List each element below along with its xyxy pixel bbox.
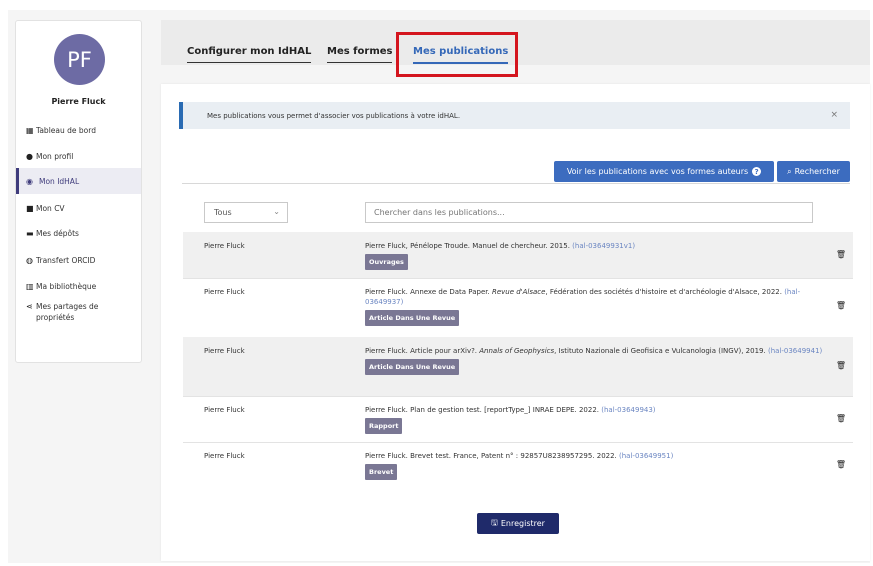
chevron-down-icon: ⌄ xyxy=(273,207,280,216)
row-author: Pierre Fluck xyxy=(204,288,245,296)
tab-configurer-idhal[interactable]: Configurer mon IdHAL xyxy=(187,46,312,63)
type-badge: Ouvrages xyxy=(365,254,408,270)
sidebar-item-profile[interactable]: ● Mon profil xyxy=(16,143,141,169)
table-row: Pierre Fluck Pierre Fluck. Annexe de Dat… xyxy=(183,278,853,337)
row-author: Pierre Fluck xyxy=(204,347,245,355)
sidebar-item-label: Mes partages de propriétés xyxy=(36,302,99,322)
row-citation: Pierre Fluck. Brevet test. France, Paten… xyxy=(365,451,825,480)
close-icon[interactable]: × xyxy=(830,110,838,120)
citation-text: , Fédération des sociétés d'histoire et … xyxy=(545,288,782,296)
tab-mes-formes[interactable]: Mes formes xyxy=(327,46,393,63)
sidebar-item-partages[interactable]: ⋖ Mes partages de propriétés xyxy=(16,301,141,335)
sidebar-item-dashboard[interactable]: ▦ Tableau de bord xyxy=(16,117,141,143)
row-citation: Pierre Fluck. Plan de gestion test. [rep… xyxy=(365,405,825,434)
rechercher-label: Rechercher xyxy=(794,167,840,176)
citation-journal: Annals of Geophysics xyxy=(479,347,555,355)
citation-journal: Revue d'Alsace xyxy=(491,288,546,296)
row-citation: Pierre Fluck. Article pour arXiv?. Annal… xyxy=(365,346,825,375)
trash-icon[interactable]: 🗑 xyxy=(836,361,846,370)
orcid-icon: ◍ xyxy=(26,255,33,265)
user-icon: ● xyxy=(26,151,33,161)
citation-text: Pierre Fluck. Annexe de Data Paper. xyxy=(365,288,492,296)
hal-link[interactable]: (hal-03649931v1) xyxy=(572,242,635,250)
avatar: PF xyxy=(54,34,105,85)
info-banner: Mes publications vous permet d'associer … xyxy=(179,102,850,129)
voir-publications-formes-button[interactable]: Voir les publications avec vos formes au… xyxy=(554,161,774,182)
hal-link[interactable]: (hal-03649951) xyxy=(619,452,673,460)
user-name: Pierre Fluck xyxy=(51,97,106,106)
sidebar-item-cv[interactable]: ■ Mon CV xyxy=(16,195,141,221)
type-filter-select[interactable]: Tous ⌄ xyxy=(204,202,288,223)
citation-text: Pierre Fluck. Plan de gestion test. [rep… xyxy=(365,406,600,414)
type-filter-value: Tous xyxy=(214,208,232,217)
trash-icon[interactable]: 🗑 xyxy=(836,301,846,310)
sidebar-item-orcid[interactable]: ◍ Transfert ORCID xyxy=(16,247,141,273)
sidebar-item-idhal[interactable]: ◉ Mon IdHAL xyxy=(16,168,141,194)
library-icon: ▥ xyxy=(26,281,34,291)
table-row: Pierre Fluck Pierre Fluck. Article pour … xyxy=(183,337,853,396)
table-row: Pierre Fluck Pierre Fluck. Brevet test. … xyxy=(183,442,853,488)
publication-search-input[interactable] xyxy=(365,202,813,223)
row-author: Pierre Fluck xyxy=(204,242,245,250)
citation-text: Pierre Fluck. Brevet test. France, Paten… xyxy=(365,452,617,460)
folder-icon: ▬ xyxy=(26,228,34,238)
idhal-icon: ◉ xyxy=(26,176,33,186)
sidebar-item-label: Mon CV xyxy=(36,203,65,213)
save-button[interactable]: 🖫 Enregistrer xyxy=(477,513,559,534)
trash-icon[interactable]: 🗑 xyxy=(836,414,846,423)
sidebar-item-label: Mon IdHAL xyxy=(39,176,80,186)
table-row: Pierre Fluck Pierre Fluck, Pénélope Trou… xyxy=(183,232,853,278)
row-author: Pierre Fluck xyxy=(204,452,245,460)
citation-text: Pierre Fluck. Article pour arXiv?. xyxy=(365,347,480,355)
save-label: Enregistrer xyxy=(500,519,545,528)
cv-icon: ■ xyxy=(26,203,34,213)
trash-icon[interactable]: 🗑 xyxy=(836,250,846,259)
trash-icon[interactable]: 🗑 xyxy=(836,460,846,469)
sidebar-item-library[interactable]: ▥ Ma bibliothèque xyxy=(16,273,141,299)
row-citation: Pierre Fluck. Annexe de Data Paper. Revu… xyxy=(365,287,825,326)
sidebar-item-label: Transfert ORCID xyxy=(36,255,96,265)
help-icon: ? xyxy=(752,167,762,176)
hal-link[interactable]: (hal-03649943) xyxy=(601,406,655,414)
sidebar-item-label: Tableau de bord xyxy=(36,125,96,135)
table-row: Pierre Fluck Pierre Fluck. Plan de gesti… xyxy=(183,396,853,442)
rechercher-button[interactable]: ⌕ Rechercher xyxy=(777,161,850,182)
type-badge: Article Dans Une Revue xyxy=(365,310,460,326)
sidebar: PF Pierre Fluck ▦ Tableau de bord ● Mon … xyxy=(15,20,142,363)
voir-publications-label: Voir les publications avec vos formes au… xyxy=(566,167,749,176)
share-icon: ⋖ xyxy=(26,302,33,311)
sidebar-item-depots[interactable]: ▬ Mes dépôts xyxy=(16,220,141,246)
citation-text: , Istituto Nazionale di Geofisica e Vulc… xyxy=(554,347,766,355)
type-badge: Article Dans Une Revue xyxy=(365,359,460,375)
citation-text: Pierre Fluck, Pénélope Troude. Manuel de… xyxy=(365,242,570,250)
sidebar-item-label: Ma bibliothèque xyxy=(36,281,97,291)
hal-link[interactable]: (hal-03649941) xyxy=(768,347,822,355)
row-author: Pierre Fluck xyxy=(204,406,245,414)
sidebar-item-label: Mon profil xyxy=(36,151,74,161)
sidebar-item-label: Mes dépôts xyxy=(36,228,79,238)
divider xyxy=(182,183,850,184)
row-citation: Pierre Fluck, Pénélope Troude. Manuel de… xyxy=(365,241,825,270)
type-badge: Brevet xyxy=(365,464,398,480)
annotation-highlight-box xyxy=(396,32,518,77)
info-banner-text: Mes publications vous permet d'associer … xyxy=(207,111,461,120)
dashboard-icon: ▦ xyxy=(26,125,34,135)
search-icon: ⌕ xyxy=(787,166,792,176)
save-icon: 🖫 xyxy=(491,517,498,527)
type-badge: Rapport xyxy=(365,418,403,434)
